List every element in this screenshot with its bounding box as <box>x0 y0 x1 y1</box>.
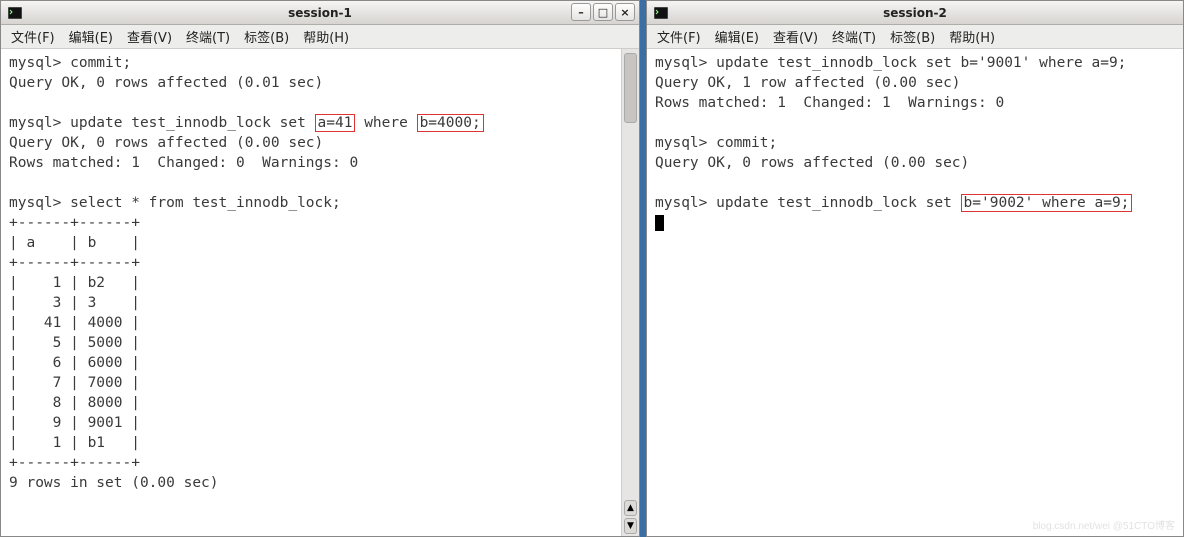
terminal-wrap-2: mysql> update test_innodb_lock set b='90… <box>647 49 1183 536</box>
menu-terminal[interactable]: 终端(T) <box>186 27 230 46</box>
term-line: | 9 | 9001 | <box>9 415 140 431</box>
menu-help[interactable]: 帮助(H) <box>303 27 349 46</box>
scrollbar-thumb[interactable] <box>624 53 637 123</box>
term-line: +------+------+ <box>9 255 140 271</box>
term-line: mysql> update test_innodb_lock set <box>655 195 961 211</box>
window-session-1: session-1 – □ × 文件(F) 编辑(E) 查看(V) 终端(T) … <box>0 0 640 537</box>
scroll-up-icon[interactable]: ▲ <box>624 500 637 516</box>
term-line: | 1 | b2 | <box>9 275 140 291</box>
term-line: | 6 | 6000 | <box>9 355 140 371</box>
term-line: | 8 | 8000 | <box>9 395 140 411</box>
term-line: Query OK, 1 row affected (0.00 sec) <box>655 75 961 91</box>
term-line: mysql> update test_innodb_lock set <box>9 115 315 131</box>
highlight-b9002: b='9002' where a=9; <box>961 194 1133 212</box>
menu-view[interactable]: 查看(V) <box>127 27 172 46</box>
scroll-down-icon[interactable]: ▼ <box>624 518 637 534</box>
term-line: mysql> commit; <box>655 135 777 151</box>
watermark: blog.csdn.net/wei @51CTO博客 <box>1033 517 1175 532</box>
menu-edit[interactable]: 编辑(E) <box>715 27 759 46</box>
term-line: | 5 | 5000 | <box>9 335 140 351</box>
minimize-button[interactable]: – <box>571 3 591 21</box>
term-line: Rows matched: 1 Changed: 1 Warnings: 0 <box>655 95 1004 111</box>
menu-help[interactable]: 帮助(H) <box>949 27 995 46</box>
titlebar-session-2[interactable]: session-2 <box>647 1 1183 25</box>
menu-tabs[interactable]: 标签(B) <box>890 27 935 46</box>
window-title: session-2 <box>653 6 1177 20</box>
terminal-icon <box>653 5 669 21</box>
term-line: mysql> commit; <box>9 55 131 71</box>
term-line: | 41 | 4000 | <box>9 315 140 331</box>
highlight-b4000: b=4000; <box>417 114 484 132</box>
term-line: mysql> update test_innodb_lock set b='90… <box>655 55 1126 71</box>
titlebar-session-1[interactable]: session-1 – □ × <box>1 1 639 25</box>
term-line: +------+------+ <box>9 455 140 471</box>
menu-file[interactable]: 文件(F) <box>657 27 701 46</box>
term-line: | 7 | 7000 | <box>9 375 140 391</box>
maximize-button[interactable]: □ <box>593 3 613 21</box>
term-line: | a | b | <box>9 235 140 251</box>
highlight-a41: a=41 <box>315 114 356 132</box>
term-line: +------+------+ <box>9 215 140 231</box>
menu-view[interactable]: 查看(V) <box>773 27 818 46</box>
menu-edit[interactable]: 编辑(E) <box>69 27 113 46</box>
desktop: session-1 – □ × 文件(F) 编辑(E) 查看(V) 终端(T) … <box>0 0 1184 537</box>
terminal-wrap-1: mysql> commit; Query OK, 0 rows affected… <box>1 49 639 536</box>
menu-terminal[interactable]: 终端(T) <box>832 27 876 46</box>
cursor-icon <box>655 215 664 231</box>
term-line: where <box>355 115 416 131</box>
term-line: mysql> select * from test_innodb_lock; <box>9 195 341 211</box>
term-line: | 1 | b1 | <box>9 435 140 451</box>
term-line: Query OK, 0 rows affected (0.00 sec) <box>655 155 969 171</box>
close-button[interactable]: × <box>615 3 635 21</box>
terminal-icon <box>7 5 23 21</box>
menubar-session-2: 文件(F) 编辑(E) 查看(V) 终端(T) 标签(B) 帮助(H) <box>647 25 1183 49</box>
menubar-session-1: 文件(F) 编辑(E) 查看(V) 终端(T) 标签(B) 帮助(H) <box>1 25 639 49</box>
window-controls: – □ × <box>571 3 635 21</box>
term-line: Rows matched: 1 Changed: 0 Warnings: 0 <box>9 155 358 171</box>
term-line: Query OK, 0 rows affected (0.01 sec) <box>9 75 323 91</box>
terminal-session-2[interactable]: mysql> update test_innodb_lock set b='90… <box>647 49 1183 536</box>
scrollbar-session-1[interactable]: ▲ ▼ <box>621 49 639 536</box>
term-line: 9 rows in set (0.00 sec) <box>9 475 219 491</box>
window-session-2: session-2 文件(F) 编辑(E) 查看(V) 终端(T) 标签(B) … <box>646 0 1184 537</box>
terminal-session-1[interactable]: mysql> commit; Query OK, 0 rows affected… <box>1 49 621 536</box>
term-line: | 3 | 3 | <box>9 295 140 311</box>
window-title: session-1 <box>7 6 633 20</box>
menu-file[interactable]: 文件(F) <box>11 27 55 46</box>
term-line: Query OK, 0 rows affected (0.00 sec) <box>9 135 323 151</box>
menu-tabs[interactable]: 标签(B) <box>244 27 289 46</box>
